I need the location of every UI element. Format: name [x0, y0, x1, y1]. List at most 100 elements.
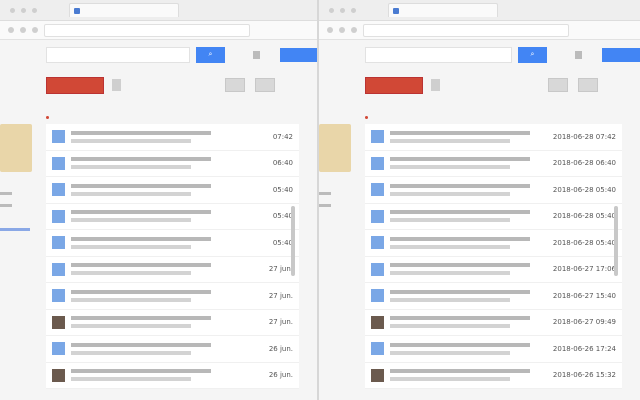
- scrollbar[interactable]: [291, 206, 295, 276]
- message-row[interactable]: 2018-06-27 15:40: [365, 283, 622, 310]
- sender-avatar: [371, 342, 384, 356]
- message-time: 2018-06-26 15:32: [552, 371, 616, 380]
- reload-icon[interactable]: [32, 27, 38, 33]
- sidebar-link[interactable]: [319, 204, 331, 207]
- message-time: 2018-06-27 15:40: [552, 291, 616, 300]
- message-row[interactable]: 2018-06-28 05:40: [365, 230, 622, 257]
- message-row[interactable]: 2018-06-26 17:24: [365, 336, 622, 363]
- sender-avatar: [52, 289, 65, 303]
- left-sidebar: [0, 124, 40, 231]
- message-row[interactable]: 26 jun.: [46, 336, 299, 363]
- sender-avatar: [52, 236, 65, 250]
- sender-avatar: [52, 209, 65, 223]
- sender-avatar: [371, 183, 384, 197]
- browser-tabbar: [319, 0, 640, 21]
- message-time: 2018-06-28 06:40: [552, 159, 616, 168]
- window-dot[interactable]: [21, 7, 26, 13]
- comparison-stage: ⌕ 07:42 06:40 05:40 05:40 05:40 27 jun. …: [0, 0, 640, 400]
- sender-avatar: [371, 262, 384, 276]
- sidebar-link[interactable]: [0, 228, 30, 231]
- window-dot[interactable]: [329, 7, 334, 13]
- search-input[interactable]: [365, 47, 512, 63]
- more-button[interactable]: [255, 78, 275, 92]
- message-row[interactable]: 27 jun.: [46, 309, 299, 336]
- back-icon[interactable]: [8, 27, 14, 33]
- apps-icon[interactable]: [574, 51, 583, 59]
- message-time: 05:40: [272, 185, 293, 194]
- address-bar: [319, 21, 640, 40]
- browser-tab[interactable]: [69, 3, 179, 17]
- message-row[interactable]: 2018-06-28 07:42: [365, 124, 622, 151]
- gmail-icon: [393, 7, 399, 14]
- toolbar: [0, 70, 317, 100]
- search-row: ⌕: [0, 40, 317, 70]
- sender-avatar: [52, 156, 65, 170]
- browser-tab[interactable]: [388, 3, 498, 17]
- message-row[interactable]: 07:42: [46, 124, 299, 151]
- search-row: ⌕: [319, 40, 640, 70]
- message-time: 27 jun.: [268, 318, 293, 327]
- sidebar-link[interactable]: [319, 192, 331, 195]
- message-row[interactable]: 26 jun.: [46, 362, 299, 389]
- message-row[interactable]: 27 jun.: [46, 283, 299, 310]
- more-button[interactable]: [578, 78, 598, 92]
- left-sidebar: [319, 124, 359, 214]
- address-bar: [0, 21, 317, 40]
- message-row[interactable]: 05:40: [46, 177, 299, 204]
- search-button[interactable]: ⌕: [196, 47, 225, 63]
- message-row[interactable]: 27 jun.: [46, 256, 299, 283]
- window-dot[interactable]: [340, 7, 345, 13]
- window-dot[interactable]: [351, 7, 356, 13]
- list-header: [0, 100, 317, 112]
- reload-icon[interactable]: [351, 27, 357, 33]
- search-icon: ⌕: [208, 51, 213, 58]
- message-time: 2018-06-28 05:40: [552, 212, 616, 221]
- window-dot[interactable]: [10, 7, 15, 13]
- label-button[interactable]: [548, 78, 568, 92]
- url-field[interactable]: [363, 23, 569, 37]
- sender-avatar: [52, 342, 65, 356]
- message-row[interactable]: 2018-06-27 17:06: [365, 256, 622, 283]
- sidebar-link[interactable]: [0, 204, 12, 207]
- list-subheader: [0, 112, 317, 122]
- message-time: 26 jun.: [268, 371, 293, 380]
- url-field[interactable]: [44, 23, 250, 37]
- sender-avatar: [371, 236, 384, 250]
- apps-icon[interactable]: [252, 51, 261, 59]
- message-row[interactable]: 05:40: [46, 203, 299, 230]
- sidebar-thumbnail[interactable]: [0, 124, 32, 172]
- message-row[interactable]: 2018-06-28 06:40: [365, 150, 622, 177]
- account-button[interactable]: [280, 48, 317, 62]
- message-row[interactable]: 2018-06-28 05:40: [365, 203, 622, 230]
- search-button[interactable]: ⌕: [517, 47, 547, 63]
- window-dot[interactable]: [32, 7, 37, 13]
- message-row[interactable]: 2018-06-28 05:40: [365, 177, 622, 204]
- sender-avatar: [52, 368, 65, 382]
- list-header: [319, 100, 640, 112]
- sidebar-link[interactable]: [0, 192, 12, 195]
- sidebar-thumbnail[interactable]: [319, 124, 351, 172]
- scrollbar[interactable]: [614, 206, 618, 276]
- sender-avatar: [371, 209, 384, 223]
- forward-icon[interactable]: [339, 27, 345, 33]
- search-input[interactable]: [46, 47, 191, 63]
- sender-avatar: [371, 289, 384, 303]
- forward-icon[interactable]: [20, 27, 26, 33]
- right-panel: ⌕ 2018-06-28 07:42 2018-06-28 06:40 2018…: [319, 0, 640, 400]
- gmail-icon: [74, 7, 80, 14]
- back-icon[interactable]: [327, 27, 333, 33]
- message-row[interactable]: 05:40: [46, 230, 299, 257]
- sender-avatar: [52, 315, 65, 329]
- sender-avatar: [371, 315, 384, 329]
- message-row[interactable]: 2018-06-26 15:32: [365, 362, 622, 389]
- message-row[interactable]: 2018-06-27 09:49: [365, 309, 622, 336]
- compose-button[interactable]: [46, 76, 104, 94]
- compose-button[interactable]: [365, 76, 423, 94]
- refresh-icon[interactable]: [431, 79, 440, 91]
- sender-avatar: [371, 368, 384, 382]
- message-row[interactable]: 06:40: [46, 150, 299, 177]
- account-button[interactable]: [602, 48, 640, 62]
- refresh-icon[interactable]: [112, 79, 121, 91]
- label-button[interactable]: [225, 78, 245, 92]
- message-time: 27 jun.: [268, 265, 293, 274]
